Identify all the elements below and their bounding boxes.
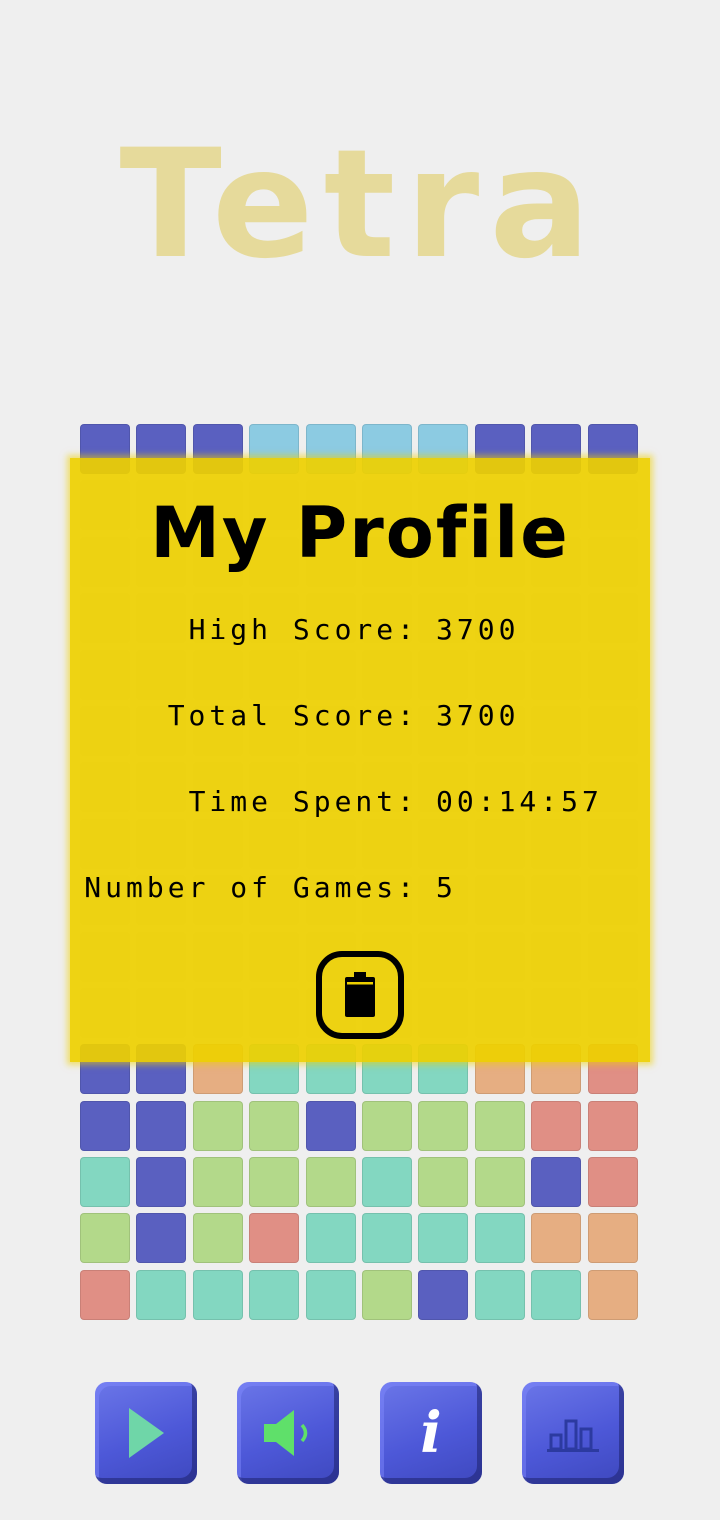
board-cell-block [531, 1100, 582, 1151]
play-icon [129, 1408, 164, 1458]
profile-title: My Profile [150, 492, 570, 574]
time-spent-label: Time Spent: [188, 785, 418, 818]
board-cell-block [418, 1269, 469, 1320]
play-button[interactable] [95, 1382, 197, 1484]
board-cell-block [361, 1100, 412, 1151]
board-cell-block [80, 1213, 130, 1264]
board-cell-block [474, 1100, 525, 1151]
board-cell-block [192, 1100, 243, 1151]
board-cell-block [474, 1269, 525, 1320]
board-cell-block [249, 1269, 300, 1320]
board-cell-block [305, 1157, 356, 1208]
delete-profile-button[interactable] [316, 951, 404, 1039]
high-score-label: High Score: [188, 613, 418, 646]
board-cell-block [587, 1213, 638, 1264]
bar-chart-icon [547, 1419, 599, 1452]
board-cell-block [418, 1157, 469, 1208]
trash-icon [345, 972, 375, 1017]
total-score-value: 3700 [436, 699, 520, 732]
info-icon: i [420, 1400, 442, 1466]
games-count-label: Number of Games: [84, 871, 418, 904]
board-cell-block [587, 1269, 638, 1320]
board-cell-block [305, 1213, 356, 1264]
board-cell-block [249, 1157, 300, 1208]
time-spent-value: 00:14:57 [436, 785, 603, 818]
high-score-value: 3700 [436, 613, 520, 646]
info-button[interactable]: i [380, 1382, 482, 1484]
board-cell-block [136, 1213, 187, 1264]
board-cell-block [192, 1213, 243, 1264]
speaker-icon [264, 1410, 308, 1456]
board-cell-block [361, 1157, 412, 1208]
board-cell-block [136, 1100, 187, 1151]
board-cell-block [361, 1269, 412, 1320]
board-cell-block [587, 1157, 638, 1208]
board-cell-block [192, 1269, 243, 1320]
board-cell-block [305, 1100, 356, 1151]
board-cell-block [305, 1269, 356, 1320]
stats-button[interactable] [522, 1382, 624, 1484]
board-cell-block [531, 1157, 582, 1208]
board-cell-block [587, 1100, 638, 1151]
board-cell-block [418, 1100, 469, 1151]
app-title: Tetra [119, 118, 601, 292]
board-cell-block [136, 1157, 187, 1208]
board-cell-block [418, 1213, 469, 1264]
board-cell-block [80, 1269, 130, 1320]
board-cell-block [474, 1213, 525, 1264]
board-cell-block [80, 1100, 130, 1151]
board-cell-block [531, 1269, 582, 1320]
board-cell-block [249, 1213, 300, 1264]
board-cell-block [474, 1157, 525, 1208]
total-score-label: Total Score: [167, 699, 418, 732]
board-cell-block [136, 1269, 187, 1320]
board-cell-block [361, 1213, 412, 1264]
games-count-value: 5 [436, 871, 457, 904]
board-cell-block [80, 1157, 130, 1208]
sound-button[interactable] [237, 1382, 339, 1484]
board-cell-block [249, 1100, 300, 1151]
board-cell-block [531, 1213, 582, 1264]
board-cell-block [192, 1157, 243, 1208]
